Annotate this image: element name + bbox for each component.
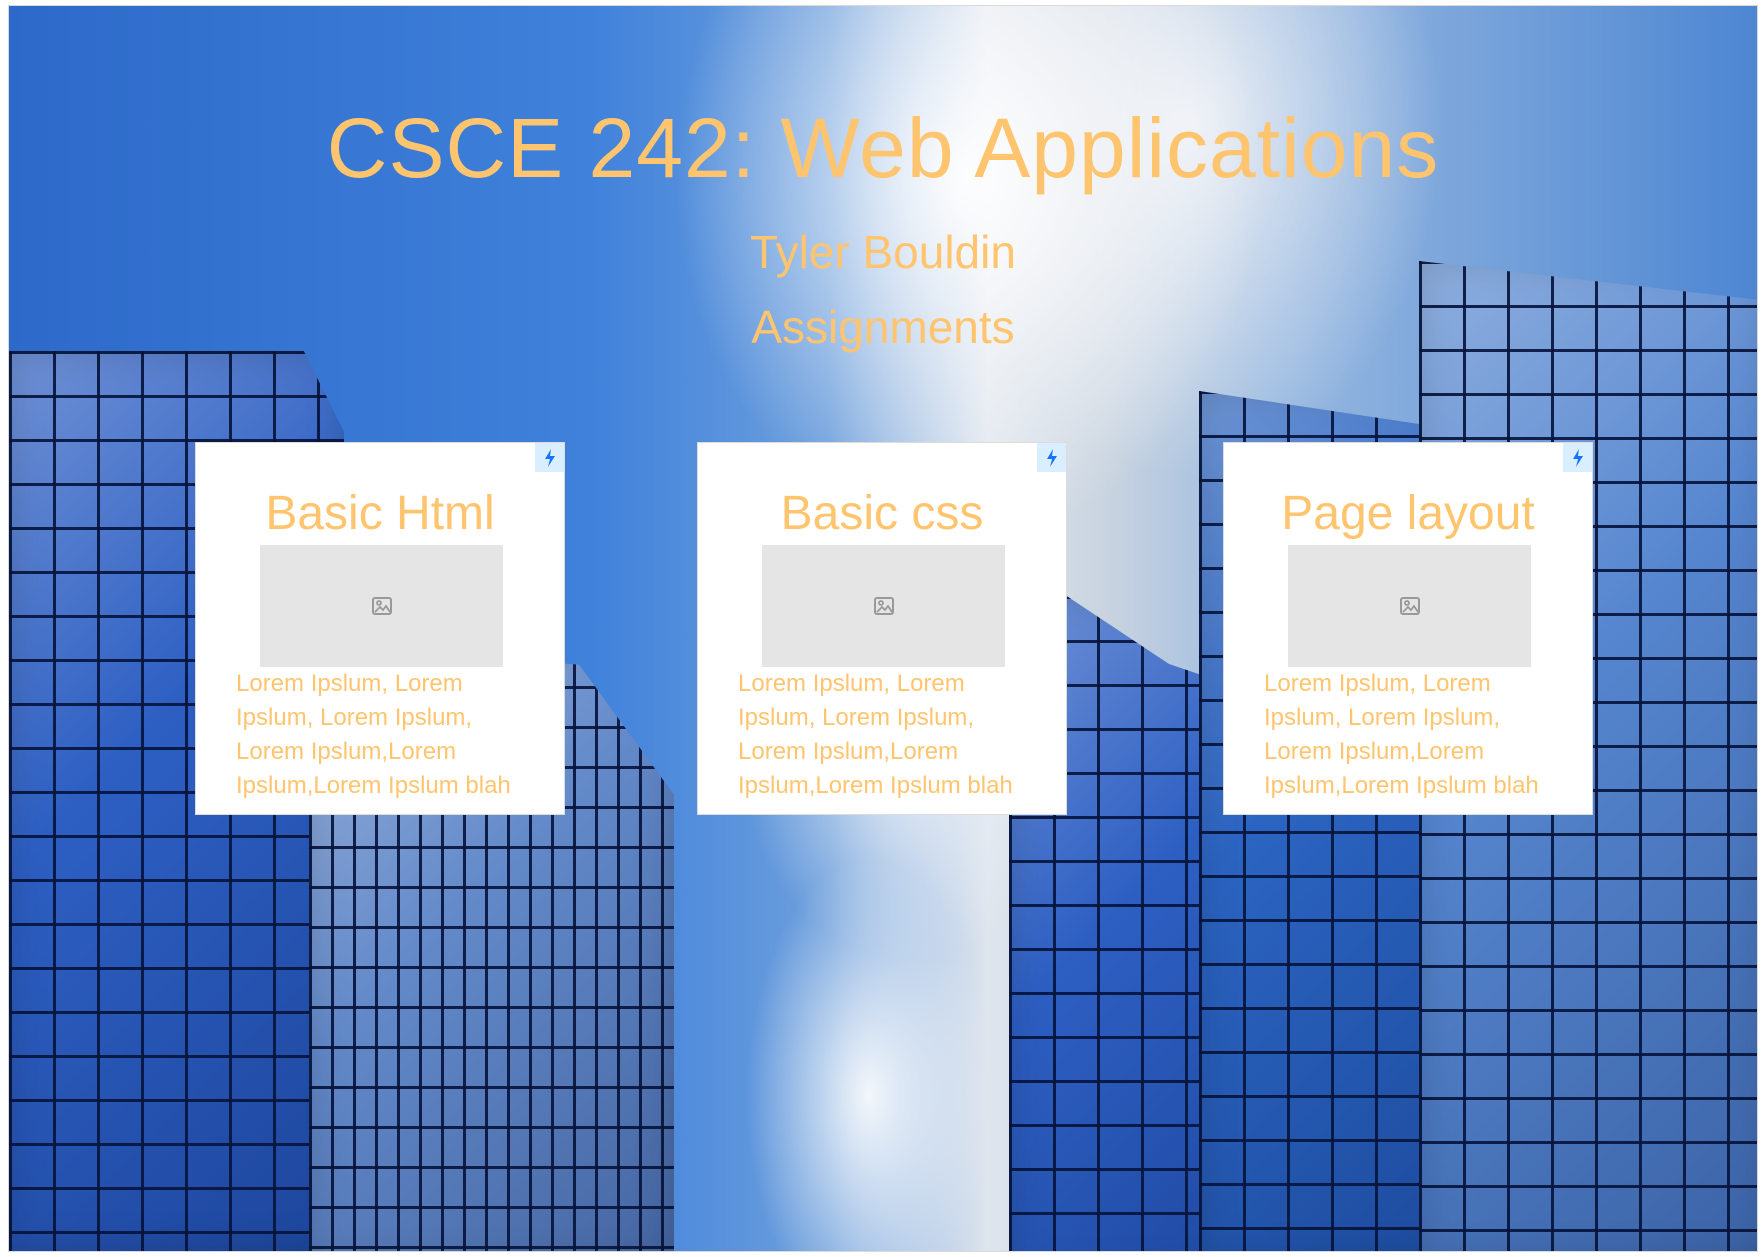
- assignment-card-basic-html[interactable]: Basic Html Lorem Ipslum, Lorem Ipslum, L…: [195, 442, 565, 815]
- card-title: Page layout: [1281, 487, 1535, 540]
- card-description: Lorem Ipslum, Lorem Ipslum, Lorem Ipslum…: [738, 670, 1013, 799]
- card-description: Lorem Ipslum, Lorem Ipslum, Lorem Ipslum…: [236, 670, 511, 799]
- image-icon: [872, 594, 896, 618]
- image-placeholder: [1288, 545, 1531, 667]
- bolt-icon: [543, 448, 557, 467]
- card-title: Basic Html: [265, 487, 495, 540]
- image-placeholder: [260, 545, 503, 667]
- bolt-icon: [1037, 443, 1066, 472]
- assignment-page: CSCE 242: Web Applications Tyler Bouldin…: [8, 5, 1758, 1252]
- card-title: Basic css: [780, 487, 984, 540]
- assignments-heading: Assignments: [751, 301, 1015, 353]
- image-icon: [370, 594, 394, 618]
- image-icon: [1398, 594, 1422, 618]
- bolt-icon: [1571, 448, 1585, 467]
- bolt-icon: [1563, 443, 1592, 472]
- bolt-icon: [1045, 448, 1059, 467]
- bolt-icon: [535, 443, 564, 472]
- author-name: Tyler Bouldin: [750, 226, 1016, 278]
- assignment-card-page-layout[interactable]: Page layout Lorem Ipslum, Lorem Ipslum, …: [1223, 442, 1593, 815]
- page-title: CSCE 242: Web Applications: [326, 101, 1440, 195]
- image-placeholder: [762, 545, 1005, 667]
- assignment-card-basic-css[interactable]: Basic css Lorem Ipslum, Lorem Ipslum, Lo…: [697, 442, 1067, 815]
- card-description: Lorem Ipslum, Lorem Ipslum, Lorem Ipslum…: [1264, 670, 1539, 799]
